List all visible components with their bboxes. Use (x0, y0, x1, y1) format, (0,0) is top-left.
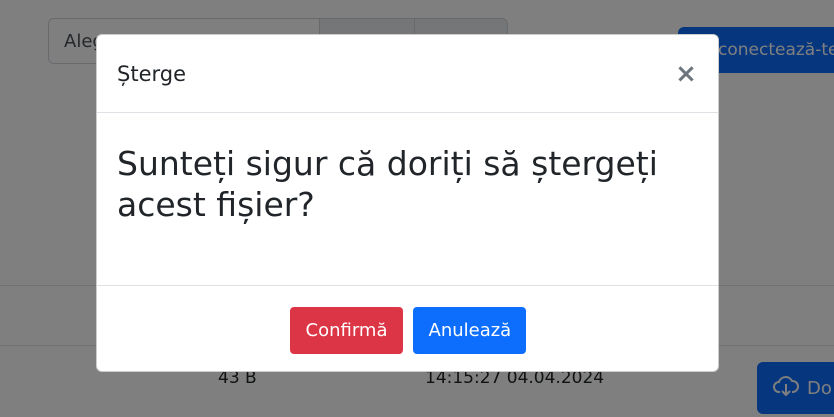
cancel-button[interactable]: Anulează (412, 307, 526, 354)
confirm-button[interactable]: Confirmă (289, 307, 403, 354)
confirm-question: Sunteți sigur că doriți să ștergeți aces… (117, 144, 658, 224)
modal-body: Sunteți sigur că doriți să ștergeți aces… (97, 113, 718, 285)
close-icon[interactable]: × (674, 61, 698, 87)
modal-header: Șterge × (97, 35, 718, 113)
modal-title: Șterge (117, 61, 186, 86)
modal-footer: Confirmă Anulează (97, 285, 718, 371)
delete-confirm-modal: Șterge × Sunteți sigur că doriți să șter… (96, 34, 719, 372)
